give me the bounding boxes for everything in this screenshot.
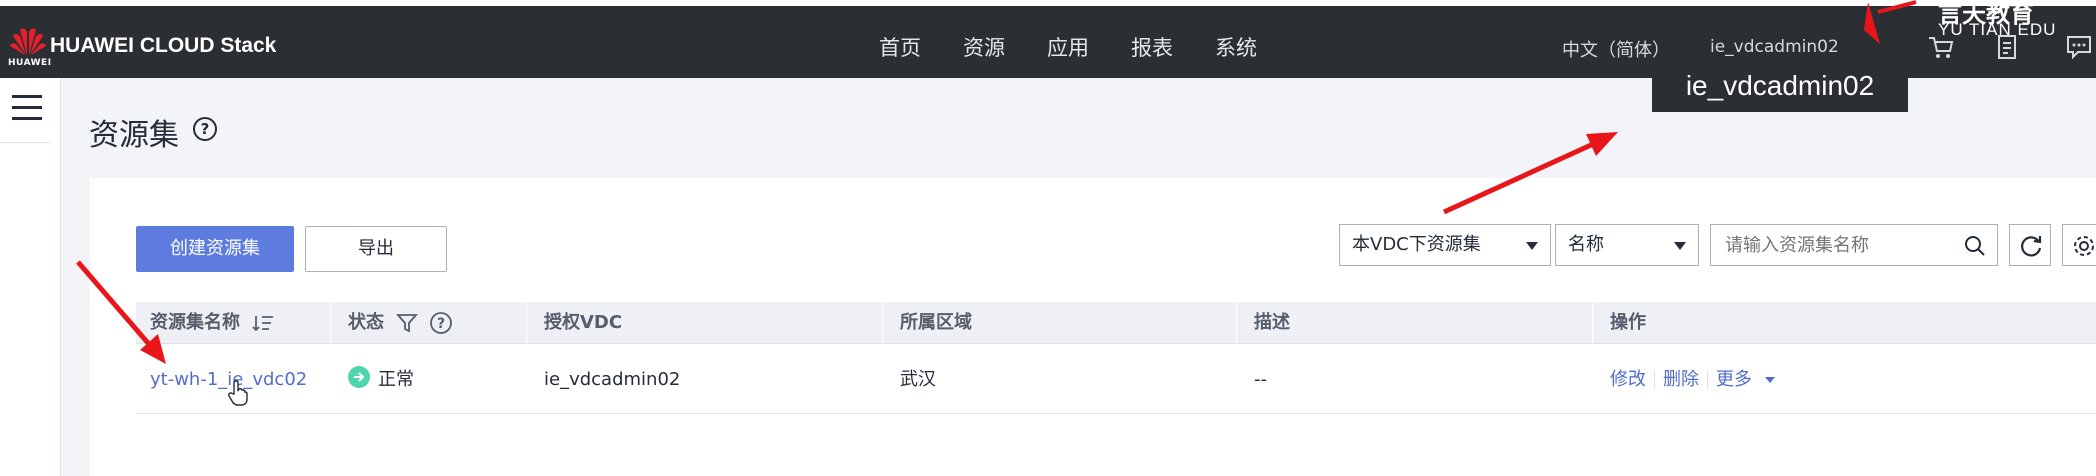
action-separator <box>1707 371 1708 389</box>
scope-select-value: 本VDC下资源集 <box>1352 234 1481 255</box>
region-cell: 武汉 <box>900 369 936 390</box>
export-button[interactable]: 导出 <box>305 226 447 272</box>
vdc-cell: ie_vdcadmin02 <box>544 369 681 390</box>
nav-reports[interactable]: 报表 <box>1110 32 1194 62</box>
refresh-button[interactable] <box>2009 224 2051 266</box>
column-header-name-label: 资源集名称 <box>150 312 240 333</box>
nav-resources[interactable]: 资源 <box>942 32 1026 62</box>
username-tooltip: ie_vdcadmin02 <box>1652 60 1908 112</box>
help-icon[interactable]: ? <box>429 311 453 335</box>
column-separator <box>1236 302 1237 344</box>
description-cell: -- <box>1254 369 1267 390</box>
watermark: YU TIAN EDU <box>1938 20 2057 39</box>
column-header-description: 描述 <box>1254 312 1290 333</box>
message-icon[interactable] <box>2064 32 2094 62</box>
column-header-status-label: 状态 <box>348 312 384 333</box>
status-text: 正常 <box>378 369 414 390</box>
column-separator <box>526 302 527 344</box>
status-ok-icon <box>348 366 370 388</box>
column-separator <box>330 302 331 344</box>
scope-select[interactable]: 本VDC下资源集 <box>1339 224 1551 266</box>
field-select[interactable]: 名称 <box>1555 224 1699 266</box>
user-menu[interactable]: ie_vdcadmin02 <box>1710 37 1839 57</box>
table-header: 资源集名称 状态 ? 授权VDC 所属区域 描述 操作 <box>136 302 2096 344</box>
settings-button[interactable] <box>2062 224 2096 266</box>
filter-icon[interactable] <box>396 313 419 333</box>
status-cell: 正常 <box>348 346 414 414</box>
edit-link[interactable]: 修改 <box>1610 369 1646 390</box>
sidebar <box>0 78 61 476</box>
column-header-name[interactable]: 资源集名称 <box>150 302 274 344</box>
svg-text:?: ? <box>437 316 445 332</box>
column-header-status: 状态 ? <box>348 302 453 344</box>
delete-link[interactable]: 删除 <box>1663 369 1699 390</box>
nav-system[interactable]: 系统 <box>1194 32 1278 62</box>
help-icon[interactable]: ? <box>193 117 217 141</box>
refresh-icon <box>2021 236 2042 257</box>
table-row: yt-wh-1_ie_vdc02 正常 ie_vdcadmin02 武汉 -- … <box>136 346 2096 414</box>
sidebar-divider <box>0 142 50 143</box>
page-title: 资源集 <box>89 118 179 153</box>
column-separator <box>882 302 883 344</box>
hand-cursor-icon <box>228 380 248 406</box>
huawei-logo[interactable]: HUAWEI <box>6 26 52 72</box>
search-icon[interactable] <box>1963 234 1987 258</box>
chevron-down-icon <box>1674 242 1686 250</box>
nav-home[interactable]: 首页 <box>858 32 942 62</box>
menu-toggle-icon[interactable] <box>12 95 42 121</box>
more-dropdown[interactable]: 更多 <box>1716 369 1776 390</box>
huawei-flower-icon <box>10 28 46 55</box>
more-label: 更多 <box>1716 369 1752 390</box>
logo-text: HUAWEI <box>8 58 52 68</box>
field-select-value: 名称 <box>1568 234 1604 255</box>
column-header-actions: 操作 <box>1610 312 1646 333</box>
chevron-down-icon <box>1526 242 1538 250</box>
gear-icon <box>2074 236 2094 256</box>
column-header-region: 所属区域 <box>900 312 972 333</box>
create-resource-set-button[interactable]: 创建资源集 <box>136 226 294 272</box>
search-box <box>1710 224 1998 266</box>
main-nav: 首页 资源 应用 报表 系统 <box>858 32 1278 62</box>
chevron-down-icon <box>1764 377 1775 383</box>
language-switcher[interactable]: 中文（简体） <box>1562 36 1670 62</box>
action-separator <box>1654 371 1655 389</box>
actions-cell: 修改 删除 更多 <box>1610 346 1776 414</box>
nav-applications[interactable]: 应用 <box>1026 32 1110 62</box>
sort-icon[interactable] <box>252 314 274 332</box>
column-header-vdc: 授权VDC <box>544 312 623 333</box>
brand-name: HUAWEI CLOUD Stack <box>50 34 277 57</box>
column-separator <box>1592 302 1593 344</box>
search-input[interactable] <box>1711 225 1951 265</box>
